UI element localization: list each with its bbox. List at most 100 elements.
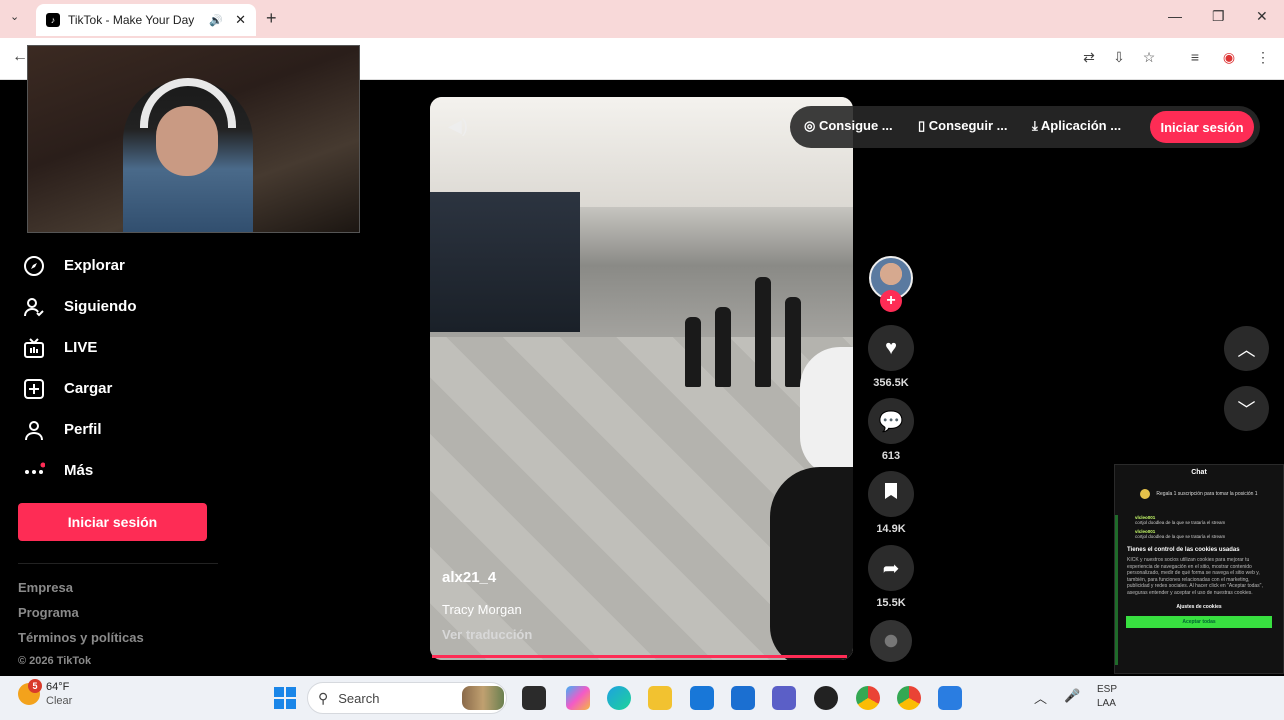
next-video-button[interactable]: ﹀ (1224, 386, 1269, 431)
chrome-profile-icon[interactable] (897, 686, 921, 710)
follow-plus-icon[interactable]: + (880, 290, 902, 312)
edge-icon[interactable] (607, 686, 631, 710)
store-icon[interactable] (690, 686, 714, 710)
comment-button[interactable]: 💬 (868, 398, 914, 444)
compass-icon (22, 254, 46, 278)
tray-keyboard-layout[interactable]: LAA (1097, 698, 1116, 709)
comment-icon: 💬 (878, 410, 904, 433)
new-tab-button[interactable]: + (266, 8, 277, 29)
browser-titlebar: ⌄ ♪ TikTok - Make Your Day 🔊 ✕ + — ❐ ✕ (0, 0, 1284, 38)
translate-icon[interactable]: ⇄ (1080, 49, 1098, 67)
sidebar-item-siguiendo[interactable]: Siguiendo (18, 286, 218, 327)
coin-icon (1140, 489, 1151, 499)
profile-avatar-icon[interactable]: ◉ (1220, 49, 1238, 67)
sidebar-item-label: Explorar (64, 257, 125, 274)
teams-icon[interactable] (772, 686, 796, 710)
share-count: 15.5K (876, 597, 906, 609)
share-button[interactable]: ➦ (868, 545, 914, 591)
footer-link-empresa[interactable]: Empresa (18, 580, 144, 605)
like-count: 356.5K (873, 377, 909, 389)
chevron-down-icon: ﹀ (1237, 399, 1256, 420)
sidebar-item-mas[interactable]: Más (18, 450, 218, 491)
minimize-button[interactable]: — (1168, 8, 1182, 24)
chat-rule-text: Regala 1 suscripción para tomar la posic… (1156, 491, 1258, 497)
sidebar-item-label: Perfil (64, 421, 102, 438)
heart-icon: ♥ (885, 336, 897, 359)
sidebar-footer: Empresa Programa Términos y políticas © … (18, 580, 144, 673)
tray-overflow-icon[interactable]: ︿ (1034, 688, 1047, 707)
tab-title: TikTok - Make Your Day (68, 13, 195, 27)
sidebar-item-label: Más (64, 462, 94, 479)
taskbar-search[interactable]: ⚲ Search (307, 682, 507, 714)
cookie-settings-button[interactable]: Ajustes de cookies (1129, 604, 1269, 610)
roblox-icon[interactable] (938, 686, 962, 710)
sidebar-item-label: Siguiendo (64, 298, 137, 315)
music-disc-icon[interactable] (870, 620, 912, 662)
tab-close-button[interactable]: ✕ (235, 12, 246, 28)
sidebar-item-live[interactable]: LIVE (18, 327, 218, 368)
sidebar-nav: Explorar Siguiendo LIVE Cargar Perfil Má… (18, 245, 218, 491)
sidebar-login-button[interactable]: Iniciar sesión (18, 503, 207, 541)
browser-tab-tiktok[interactable]: ♪ TikTok - Make Your Day 🔊 ✕ (36, 4, 256, 36)
cookie-accept-button[interactable]: Aceptar todas (1126, 616, 1272, 628)
obs-icon[interactable] (814, 686, 838, 710)
topbar-login-button[interactable]: Iniciar sesión (1150, 111, 1254, 143)
save-count: 14.9K (876, 523, 906, 535)
maximize-button[interactable]: ❐ (1212, 8, 1225, 25)
install-app-icon[interactable]: ⇩ (1110, 49, 1128, 67)
weather-badge: 5 (28, 679, 42, 693)
video-description: Tracy Morgan (442, 602, 522, 617)
video-frame-foreground-dark (770, 467, 853, 660)
previous-video-button[interactable]: ︿ (1224, 326, 1269, 371)
topbar-item-app[interactable]: ▯ Conseguir ... (918, 118, 1008, 134)
live-tv-icon (22, 336, 46, 360)
outlook-icon[interactable] (731, 686, 755, 710)
mute-icon[interactable]: ◀) (448, 116, 468, 137)
video-frame-foreground-light (800, 347, 853, 477)
weather-widget[interactable]: 5 64°F Clear (18, 679, 73, 708)
sidebar-item-cargar[interactable]: Cargar (18, 368, 218, 409)
chat-message: vlcleo001 cortjol doodlea de la que se t… (1115, 525, 1283, 539)
back-icon[interactable]: ← (12, 48, 28, 66)
tray-language[interactable]: ESP (1097, 684, 1117, 695)
share-arrow-icon: ➦ (882, 557, 900, 580)
comment-count: 613 (881, 450, 901, 462)
windows-taskbar (0, 676, 1284, 720)
microphone-icon[interactable]: 🎤 (1064, 688, 1080, 704)
profile-icon (22, 418, 46, 442)
audio-playing-icon[interactable]: 🔊 (209, 14, 223, 27)
file-explorer-icon[interactable] (648, 686, 672, 710)
save-button[interactable] (868, 471, 914, 517)
weather-condition: Clear (46, 695, 73, 707)
footer-link-terminos[interactable]: Términos y políticas (18, 630, 144, 655)
tiktok-favicon-icon: ♪ (46, 13, 60, 27)
topbar-item-coins[interactable]: ◎ Consigue ... (804, 118, 893, 134)
start-button[interactable] (274, 687, 296, 709)
close-window-button[interactable]: ✕ (1256, 8, 1268, 25)
bookmark-icon (883, 482, 899, 506)
bookmark-star-icon[interactable]: ☆ (1140, 49, 1158, 67)
footer-link-programa[interactable]: Programa (18, 605, 144, 630)
sidebar-item-explorar[interactable]: Explorar (18, 245, 218, 286)
chrome-icon[interactable] (856, 686, 880, 710)
copilot-icon[interactable] (566, 686, 590, 710)
sidebar-item-perfil[interactable]: Perfil (18, 409, 218, 450)
video-progress-bar[interactable] (432, 655, 847, 658)
upload-icon (22, 377, 46, 401)
like-button[interactable]: ♥ (868, 325, 914, 371)
topbar-item-download[interactable]: ⤓ Aplicación ... (1032, 118, 1121, 134)
sidebar-divider (18, 563, 218, 564)
video-frame-ceiling (430, 97, 853, 207)
stream-chat-overlay: Chat Regala 1 suscripción para tomar la … (1114, 464, 1284, 674)
chat-message-text: cortjol doodlea de la que se trataría el… (1135, 520, 1226, 525)
task-view-icon[interactable] (522, 686, 546, 710)
browser-menu-icon[interactable]: ⋮ (1254, 49, 1272, 67)
translate-link[interactable]: Ver traducción (442, 627, 532, 642)
chat-rule: Regala 1 suscripción para tomar la posic… (1115, 489, 1283, 499)
media-controls-icon[interactable]: ≡ (1186, 49, 1204, 67)
video-author[interactable]: alx21_4 (442, 569, 496, 586)
footer-copyright: © 2026 TikTok (18, 655, 92, 667)
cookie-text: KICK y nuestros socios utilizan cookies … (1127, 557, 1263, 596)
search-icon: ⚲ (318, 689, 329, 706)
tab-search-dropdown[interactable]: ⌄ (10, 10, 19, 23)
